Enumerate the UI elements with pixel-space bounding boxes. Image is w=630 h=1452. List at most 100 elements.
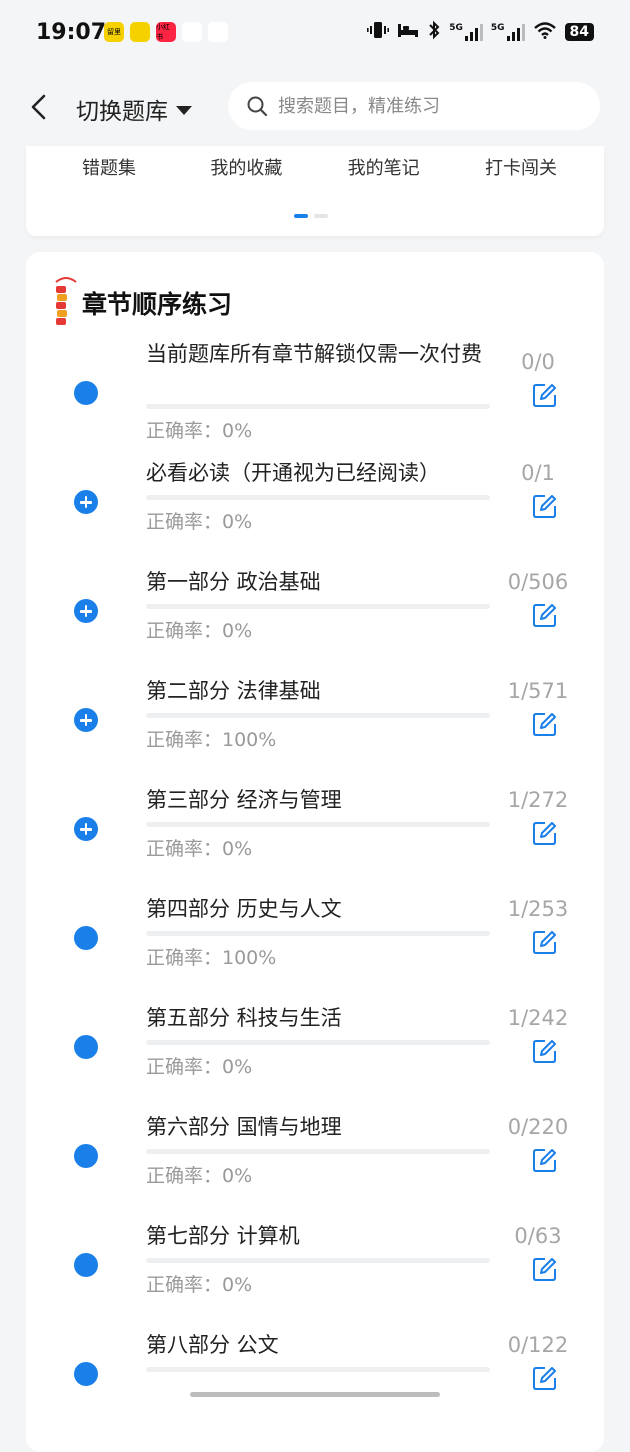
chapter-title: 第五部分 科技与生活 (146, 1006, 342, 1030)
search-icon (247, 96, 268, 117)
chapter-progress-bar (146, 822, 490, 827)
chapter-title: 第三部分 经济与管理 (146, 788, 342, 812)
chapter-dot-icon (74, 1144, 98, 1168)
vibrate-icon (367, 20, 390, 43)
app-icon-4 (182, 22, 202, 42)
expand-chapter-icon[interactable] (74, 490, 98, 514)
app-icon-1: 留里 (104, 22, 124, 42)
chapter-count: 0/1 (521, 461, 555, 485)
chapter-title: 第七部分 计算机 (146, 1224, 300, 1248)
shortcut-notes[interactable]: 我的笔记 (319, 154, 449, 180)
chapter-title: 必看必读（开通视为已经阅读） (146, 461, 440, 485)
chapter-row[interactable]: 第五部分 科技与生活 正确率：0% 1/242 (26, 994, 604, 1103)
chapter-row[interactable]: 第四部分 历史与人文 正确率：100% 1/253 (26, 885, 604, 994)
edit-icon[interactable] (532, 382, 558, 408)
chapter-progress-bar (146, 404, 490, 409)
chapter-progress-bar (146, 1149, 490, 1154)
chapter-count: 1/242 (507, 1006, 569, 1030)
chapter-title: 第二部分 法律基础 (146, 679, 321, 703)
chapter-progress-bar (146, 604, 490, 609)
signal-icon-1: 5G (449, 23, 483, 41)
status-time: 19:07 (36, 20, 107, 45)
edit-icon[interactable] (532, 929, 558, 955)
chapter-progress-bar (146, 1367, 490, 1372)
system-indicators: 5G 5G 84 (367, 20, 594, 43)
section-title: 章节顺序练习 (82, 290, 233, 319)
chapter-count: 1/571 (507, 679, 569, 703)
chapter-count: 1/253 (507, 897, 569, 921)
bluetooth-icon (427, 20, 441, 43)
page-indicator (294, 214, 328, 218)
chapter-progress-bar (146, 495, 490, 500)
chapter-title: 当前题库所有章节解锁仅需一次付费 (146, 342, 482, 366)
chapter-accuracy: 正确率：100% (146, 947, 277, 969)
chapter-title: 第一部分 政治基础 (146, 570, 321, 594)
chapter-row[interactable]: 必看必读（开通视为已经阅读） 正确率：0% 0/1 (26, 449, 604, 558)
chapter-accuracy: 正确率：0% (146, 838, 253, 860)
edit-icon[interactable] (532, 1365, 558, 1391)
home-indicator[interactable] (190, 1392, 440, 1397)
chapter-accuracy: 正确率：0% (146, 511, 253, 533)
signal-icon-2: 5G (491, 23, 525, 41)
edit-icon[interactable] (532, 820, 558, 846)
firecracker-icon (52, 276, 78, 330)
bed-icon (397, 21, 419, 42)
chapter-title: 第四部分 历史与人文 (146, 897, 342, 921)
edit-icon[interactable] (532, 602, 558, 628)
battery-icon: 84 (564, 22, 594, 41)
expand-chapter-icon[interactable] (74, 817, 98, 841)
search-input[interactable] (276, 94, 580, 118)
chapter-accuracy: 正确率：0% (146, 1056, 253, 1078)
search-bar[interactable] (228, 82, 600, 130)
chapter-progress-bar (146, 931, 490, 936)
chapter-row[interactable]: 第二部分 法律基础 正确率：100% 1/571 (26, 667, 604, 776)
edit-icon[interactable] (532, 1256, 558, 1282)
chapter-dot-icon (74, 1362, 98, 1386)
app-icon-3: 小红书 (156, 22, 176, 42)
chapter-dot-icon (74, 381, 98, 405)
app-icon-5 (208, 22, 228, 42)
expand-chapter-icon[interactable] (74, 708, 98, 732)
chapter-progress-bar (146, 1040, 490, 1045)
edit-icon[interactable] (532, 493, 558, 519)
expand-chapter-icon[interactable] (74, 599, 98, 623)
edit-icon[interactable] (532, 1038, 558, 1064)
shortcut-wrong-questions[interactable]: 错题集 (44, 154, 174, 180)
shortcut-card: 错题集 我的收藏 我的笔记 打卡闯关 (26, 146, 604, 236)
chapter-dot-icon (74, 1035, 98, 1059)
chapter-count: 0/122 (507, 1333, 569, 1357)
switch-bank-dropdown[interactable]: 切换题库 (76, 92, 192, 126)
chapter-row[interactable]: 第六部分 国情与地理 正确率：0% 0/220 (26, 1103, 604, 1212)
chapter-count: 0/0 (521, 350, 555, 374)
shortcut-favorites[interactable]: 我的收藏 (181, 154, 311, 180)
chapter-accuracy: 正确率：0% (146, 1274, 253, 1296)
chapter-progress-bar (146, 1258, 490, 1263)
wifi-icon (533, 21, 557, 42)
chapter-title: 第八部分 公文 (146, 1333, 279, 1357)
edit-icon[interactable] (532, 711, 558, 737)
chapter-accuracy: 正确率：0% (146, 620, 253, 642)
chapter-count: 0/220 (507, 1115, 569, 1139)
chapter-row[interactable]: 第三部分 经济与管理 正确率：0% 1/272 (26, 776, 604, 885)
chapter-dot-icon (74, 1253, 98, 1277)
nav-title: 切换题库 (76, 99, 168, 125)
chapter-accuracy: 正确率：100% (146, 729, 277, 751)
back-button[interactable] (26, 92, 52, 122)
caret-down-icon (176, 105, 192, 115)
chapter-row[interactable]: 第七部分 计算机 正确率：0% 0/63 (26, 1212, 604, 1321)
chapter-accuracy: 正确率：0% (146, 420, 253, 442)
chapter-count: 0/506 (507, 570, 569, 594)
chapter-row[interactable]: 当前题库所有章节解锁仅需一次付费 正确率：0% 0/0 (26, 340, 604, 449)
chapter-row[interactable]: 第八部分 公文 0/122 (26, 1321, 604, 1430)
edit-icon[interactable] (532, 1147, 558, 1173)
chevron-left-icon (31, 94, 46, 120)
chapter-title: 第六部分 国情与地理 (146, 1115, 342, 1139)
chapter-dot-icon (74, 926, 98, 950)
chapter-row[interactable]: 第一部分 政治基础 正确率：0% 0/506 (26, 558, 604, 667)
chapter-practice-card: 章节顺序练习 当前题库所有章节解锁仅需一次付费 正确率：0% 0/0 必看必读（… (26, 252, 604, 1452)
chapter-count: 0/63 (514, 1224, 562, 1248)
chapter-accuracy: 正确率：0% (146, 1165, 253, 1187)
shortcut-check-in[interactable]: 打卡闯关 (456, 154, 586, 180)
app-icon-2 (130, 22, 150, 42)
notification-icons: 留里 小红书 (104, 22, 228, 42)
